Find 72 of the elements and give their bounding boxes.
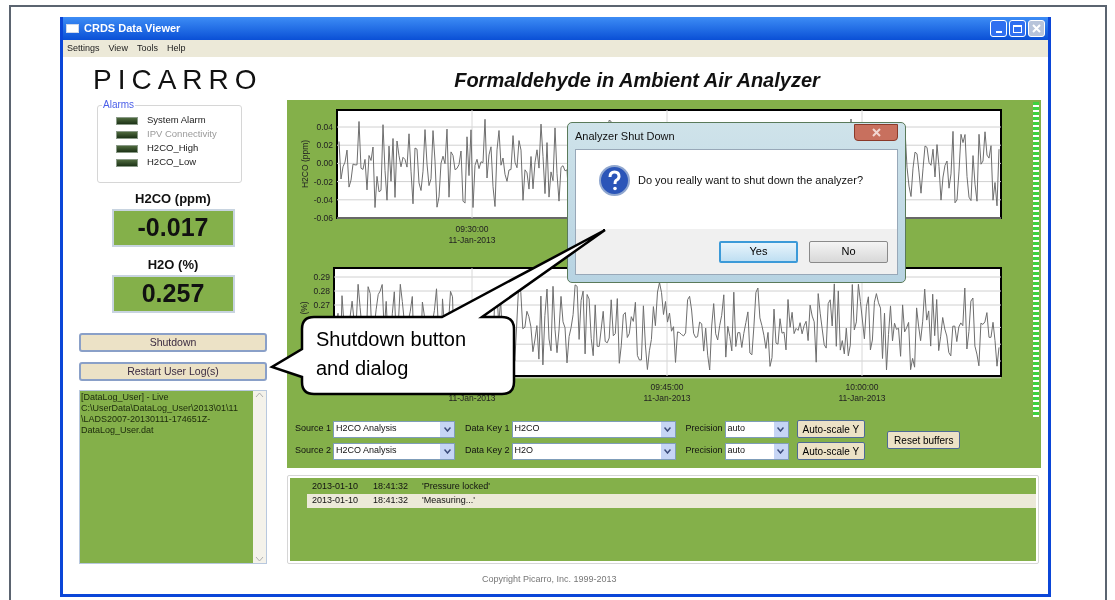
field-label: Data Key 2 [465, 444, 510, 458]
axis-tick-label: 11-Jan-2013 [838, 393, 886, 403]
field-label: Data Key 1 [465, 422, 510, 436]
menu-item[interactable]: Tools [136, 41, 158, 56]
window-icon [66, 24, 79, 33]
alarm-label: H2CO_High [147, 141, 199, 156]
axis-tick-label: 11-Jan-2013 [643, 393, 691, 403]
reset-buffers-button[interactable]: Reset buffers [887, 431, 961, 449]
dialog-title: Analyzer Shut Down [575, 128, 675, 144]
readout-label: H2CO (ppm) [135, 191, 211, 207]
axis-tick-label: 0.04 [316, 122, 333, 132]
axis-tick-label: 0.00 [316, 158, 333, 169]
restart-log-button[interactable]: Restart User Log(s) [79, 362, 267, 381]
alarm-label: System Alarm [147, 113, 206, 128]
alarm-light [116, 144, 138, 153]
alarm-label: H2CO_Low [147, 155, 197, 170]
field-label: Precision [685, 422, 723, 436]
autoscale-button[interactable]: Auto-scale Y [796, 420, 866, 438]
log-row[interactable]: 2013-01-10 18:41:32 'Pressure locked' [307, 480, 1036, 494]
dialog-button[interactable]: No [809, 240, 888, 263]
axis-title: (%) [299, 301, 309, 315]
close-icon [1032, 24, 1041, 33]
close-icon [871, 127, 881, 137]
field-label: Source 1 [295, 422, 332, 436]
readout-label: H2O (%) [147, 257, 199, 273]
autoscale-button[interactable]: Auto-scale Y [796, 442, 866, 460]
dropdown[interactable]: auto [724, 420, 789, 438]
axis-tick-label: 0.27 [313, 300, 330, 310]
field-label: Precision [685, 444, 723, 458]
axis-tick-label: 11-Jan-2013 [448, 393, 496, 403]
axis-tick-label: 09:30:00 [455, 224, 489, 234]
group-label: Alarms [102, 99, 136, 111]
axis-tick-label: 09:45:00 [650, 382, 684, 392]
dropdown[interactable]: H2O [511, 442, 676, 460]
dropdown[interactable]: H2CO Analysis [333, 442, 456, 460]
menu-item[interactable]: Help [166, 41, 186, 56]
field-label: Source 2 [295, 444, 332, 458]
axis-tick-label: 0.02 [316, 140, 333, 151]
axis-tick-label: 11-Jan-2013 [448, 235, 496, 245]
axis-tick-label: -0.06 [313, 213, 333, 223]
alarm-label: IPV Connectivity [147, 127, 217, 142]
axis-title: H2CO (ppm) [300, 139, 310, 189]
alarm-light [116, 158, 138, 167]
scroll-track[interactable] [1033, 102, 1039, 417]
axis-tick-label: -0.02 [313, 176, 333, 187]
dropdown[interactable]: H2CO Analysis [333, 420, 456, 438]
alarm-light [116, 116, 138, 125]
minimize-button[interactable] [990, 20, 1007, 37]
dialog-message: Do you really want to shut down the analyzer? [638, 172, 864, 188]
axis-tick-label: 0.29 [313, 272, 330, 282]
copyright-text: Copyright Picarro, Inc. 1999-2013 [482, 573, 618, 586]
readout-value: -0.017 [111, 209, 235, 247]
close-button[interactable] [854, 123, 898, 141]
readout-value: 0.257 [111, 275, 235, 313]
dialog-button[interactable]: Yes [719, 240, 798, 263]
callout-text: Shutdown button and dialog [316, 327, 467, 381]
axis-tick-label: 0.28 [313, 286, 330, 296]
log-row[interactable]: 2013-01-10 18:41:32 'Measuring...' [307, 494, 1036, 508]
axis-tick-label: -0.04 [313, 194, 333, 205]
question-icon [599, 164, 630, 196]
menu-item[interactable]: Settings [67, 41, 100, 56]
dropdown[interactable]: auto [724, 442, 789, 460]
axis-tick-label: 10:00:00 [845, 382, 879, 392]
page-title: Formaldehyde in Ambient Air Analyzer [453, 68, 822, 93]
maximize-button[interactable] [1009, 20, 1026, 37]
logo: PICARRO [93, 65, 264, 95]
log-text: [DataLog_User] - Live C:\UserData\DataLog_User\2013\01\11 \LADS2007-20130111-174651Z- DataLog_User.dat [80, 391, 239, 437]
menu-item[interactable]: View [108, 41, 128, 56]
shutdown-button[interactable]: Shutdown [79, 333, 267, 352]
window-title: CRDS Data Viewer [84, 21, 181, 37]
dropdown[interactable]: H2CO [511, 420, 676, 438]
alarm-light [116, 130, 138, 139]
